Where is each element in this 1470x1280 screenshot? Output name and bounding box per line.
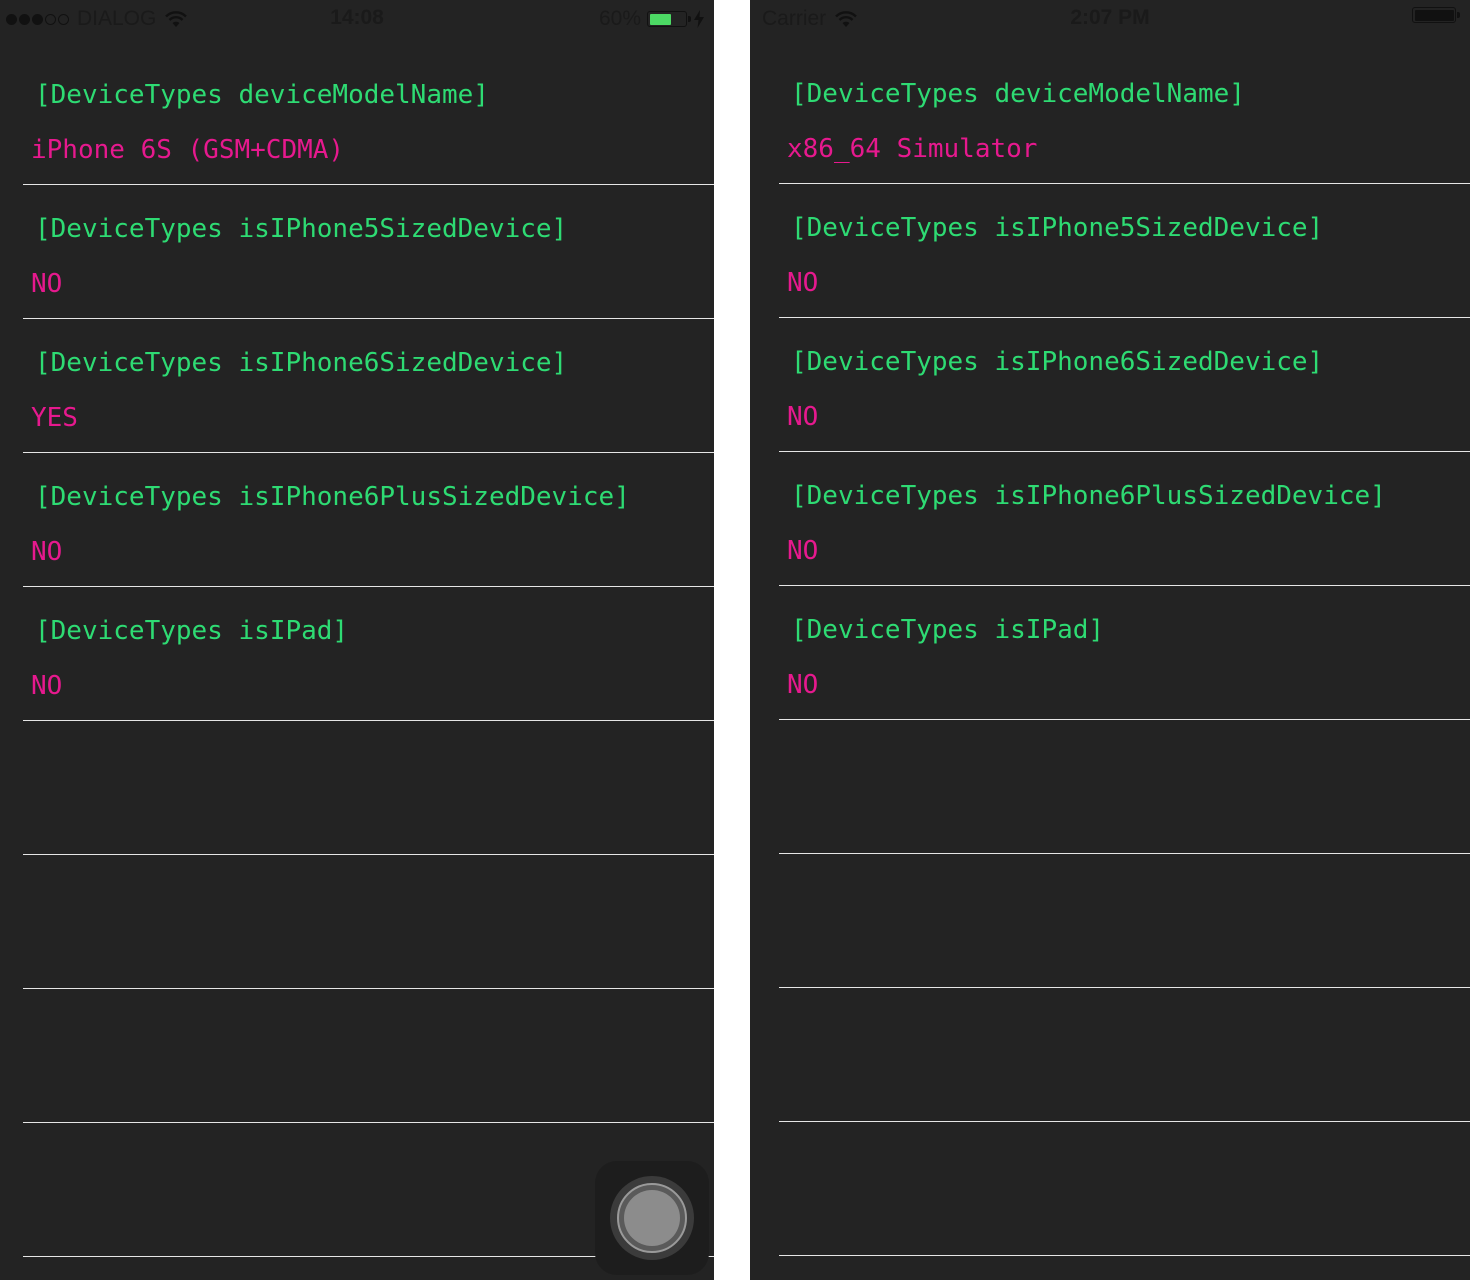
table-row[interactable]: [DeviceTypes isIPhone6PlusSizedDevice] NO xyxy=(779,452,1470,586)
assistive-touch-core xyxy=(624,1190,680,1246)
row-method-label: [DeviceTypes isIPhone5SizedDevice] xyxy=(791,213,1324,243)
table-row[interactable]: [DeviceTypes isIPhone6SizedDevice] NO xyxy=(779,318,1470,452)
row-method-label: [DeviceTypes isIPhone6SizedDevice] xyxy=(791,347,1324,377)
table-row[interactable]: [DeviceTypes isIPhone6PlusSizedDevice] NO xyxy=(23,453,714,587)
device-info-list: [DeviceTypes deviceModelName] iPhone 6S (… xyxy=(23,51,714,1257)
table-row[interactable]: [DeviceTypes isIPad] NO xyxy=(23,587,714,721)
row-method-label: [DeviceTypes deviceModelName] xyxy=(791,79,1245,109)
row-method-label: [DeviceTypes isIPhone5SizedDevice] xyxy=(35,214,568,244)
battery-icon xyxy=(647,11,687,27)
row-method-label: [DeviceTypes isIPad] xyxy=(791,615,1105,645)
table-row[interactable]: [DeviceTypes deviceModelName] iPhone 6S (… xyxy=(23,51,714,185)
battery-icon xyxy=(1412,7,1456,23)
table-row[interactable]: [DeviceTypes isIPhone5SizedDevice] NO xyxy=(779,184,1470,318)
row-result-value: YES xyxy=(31,403,78,433)
battery-tip xyxy=(688,16,691,22)
assistive-touch-button[interactable] xyxy=(595,1161,709,1275)
table-row[interactable] xyxy=(779,988,1470,1122)
row-result-value: NO xyxy=(787,402,819,432)
table-row[interactable] xyxy=(23,721,714,855)
row-method-label: [DeviceTypes isIPad] xyxy=(35,616,349,646)
row-result-value: x86_64 Simulator xyxy=(787,134,1038,164)
row-method-label: [DeviceTypes deviceModelName] xyxy=(35,80,489,110)
row-method-label: [DeviceTypes isIPhone6PlusSizedDevice] xyxy=(791,481,1386,511)
row-method-label: [DeviceTypes isIPhone6SizedDevice] xyxy=(35,348,568,378)
battery-level xyxy=(1414,9,1454,21)
status-bar: DIALOG 14:08 60% xyxy=(0,0,714,40)
row-result-value: NO xyxy=(31,269,63,299)
table-row[interactable]: [DeviceTypes isIPhone6SizedDevice] YES xyxy=(23,319,714,453)
table-row[interactable]: [DeviceTypes isIPhone5SizedDevice] NO xyxy=(23,185,714,319)
device-info-list: [DeviceTypes deviceModelName] x86_64 Simu… xyxy=(779,50,1470,1256)
right-simulator-screen: Carrier 2:07 PM [DeviceTypes deviceModel… xyxy=(750,0,1470,1280)
left-device-screen: DIALOG 14:08 60% [DeviceTypes deviceMode… xyxy=(0,0,714,1280)
table-row[interactable] xyxy=(23,989,714,1123)
table-row[interactable] xyxy=(779,1122,1470,1256)
row-result-value: NO xyxy=(31,671,63,701)
row-result-value: NO xyxy=(787,536,819,566)
table-row[interactable]: [DeviceTypes isIPad] NO xyxy=(779,586,1470,720)
battery-level xyxy=(649,13,671,25)
row-result-value: NO xyxy=(787,670,819,700)
row-method-label: [DeviceTypes isIPhone6PlusSizedDevice] xyxy=(35,482,630,512)
table-row[interactable] xyxy=(779,854,1470,988)
status-time: 2:07 PM xyxy=(1070,6,1150,29)
status-bar-right: 60% xyxy=(599,7,704,31)
table-row[interactable]: [DeviceTypes deviceModelName] x86_64 Simu… xyxy=(779,50,1470,184)
battery-percentage: 60% xyxy=(598,7,641,30)
row-result-value: NO xyxy=(787,268,819,298)
row-result-value: NO xyxy=(31,537,63,567)
row-result-value: iPhone 6S (GSM+CDMA) xyxy=(31,135,345,165)
battery-tip xyxy=(1457,12,1460,18)
status-bar-right xyxy=(1406,7,1460,23)
table-row[interactable] xyxy=(23,855,714,989)
charging-bolt-icon xyxy=(694,10,704,28)
table-row[interactable] xyxy=(779,720,1470,854)
status-bar: Carrier 2:07 PM xyxy=(750,0,1470,40)
